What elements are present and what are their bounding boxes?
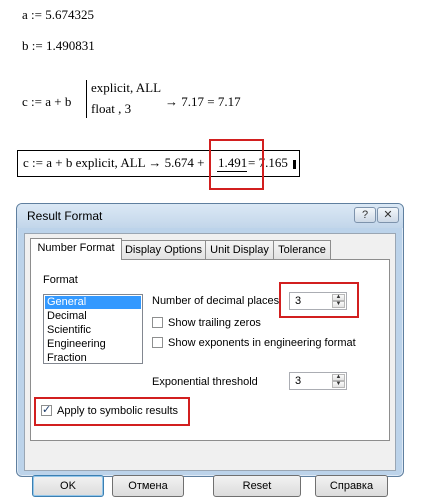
exp-threshold-spin: ▲ ▼ (332, 374, 345, 388)
help-icon: ? (361, 209, 369, 221)
help-button[interactable]: ? (354, 207, 376, 223)
format-option-decimal[interactable]: Decimal (45, 310, 141, 323)
close-button[interactable]: ✕ (377, 207, 399, 223)
result-format-dialog: Result Format ? ✕ Number Format Display … (16, 203, 404, 497)
format-listbox[interactable]: General Decimal Scientific Engineering F… (43, 294, 143, 364)
dialog-title: Result Format (27, 209, 103, 223)
exp-threshold-value: 3 (295, 375, 302, 387)
show-trailing-zeros-label: Show trailing zeros (168, 317, 261, 329)
format-option-scientific[interactable]: Scientific (45, 324, 141, 337)
reset-button[interactable]: Reset (213, 475, 301, 497)
tab-unit-display[interactable]: Unit Display (205, 240, 274, 259)
ok-button[interactable]: OK (32, 475, 104, 497)
assign-a[interactable]: a := 5.674325 (22, 7, 94, 23)
expr-c-lhs[interactable]: c := a + b (22, 94, 71, 110)
keyword-bracket (86, 80, 87, 118)
eval-expression: c := a + b explicit, ALL → 5.674 + (23, 155, 205, 170)
keyword-float: float , 3 (91, 101, 132, 116)
help-dialog-button[interactable]: Справка (315, 475, 388, 497)
worksheet: a := 5.674325 b := 1.490831 c := a + b e… (0, 0, 444, 200)
highlight-box-decimal (279, 282, 359, 318)
highlight-box-symbolic (34, 397, 190, 426)
assign-b[interactable]: b := 1.490831 (22, 38, 95, 54)
keyword-explicit: explicit, ALL (91, 80, 162, 95)
symbolic-result: → 7.17 = 7.17 (165, 94, 241, 109)
show-exponents-checkbox[interactable] (152, 337, 163, 348)
show-exponents-label: Show exponents in engineering format (168, 337, 356, 349)
decimal-places-label: Number of decimal places (152, 295, 280, 307)
number-format-panel: Format General Decimal Scientific Engine… (30, 259, 390, 441)
dialog-client: Number Format Display Options Unit Displ… (24, 233, 396, 497)
title-bar[interactable]: Result Format ? ✕ (17, 204, 403, 228)
format-label: Format (43, 274, 78, 286)
tab-tolerance[interactable]: Tolerance (273, 240, 331, 259)
spin-down-icon[interactable]: ▼ (332, 381, 345, 388)
highlight-box-value (209, 139, 264, 190)
placeholder-cursor (293, 160, 296, 169)
tab-display-options[interactable]: Display Options (121, 240, 206, 259)
exp-threshold-stepper[interactable]: 3 ▲ ▼ (289, 372, 347, 390)
tab-number-format[interactable]: Number Format (30, 238, 122, 260)
close-icon: ✕ (383, 209, 393, 221)
cancel-button[interactable]: Отмена (112, 475, 184, 497)
format-option-fraction[interactable]: Fraction (45, 352, 141, 365)
show-trailing-zeros-checkbox[interactable] (152, 317, 163, 328)
exp-threshold-label: Exponential threshold (152, 376, 258, 388)
format-option-general[interactable]: General (45, 296, 141, 309)
format-option-engineering[interactable]: Engineering (45, 338, 141, 351)
spin-up-icon[interactable]: ▲ (332, 374, 345, 381)
